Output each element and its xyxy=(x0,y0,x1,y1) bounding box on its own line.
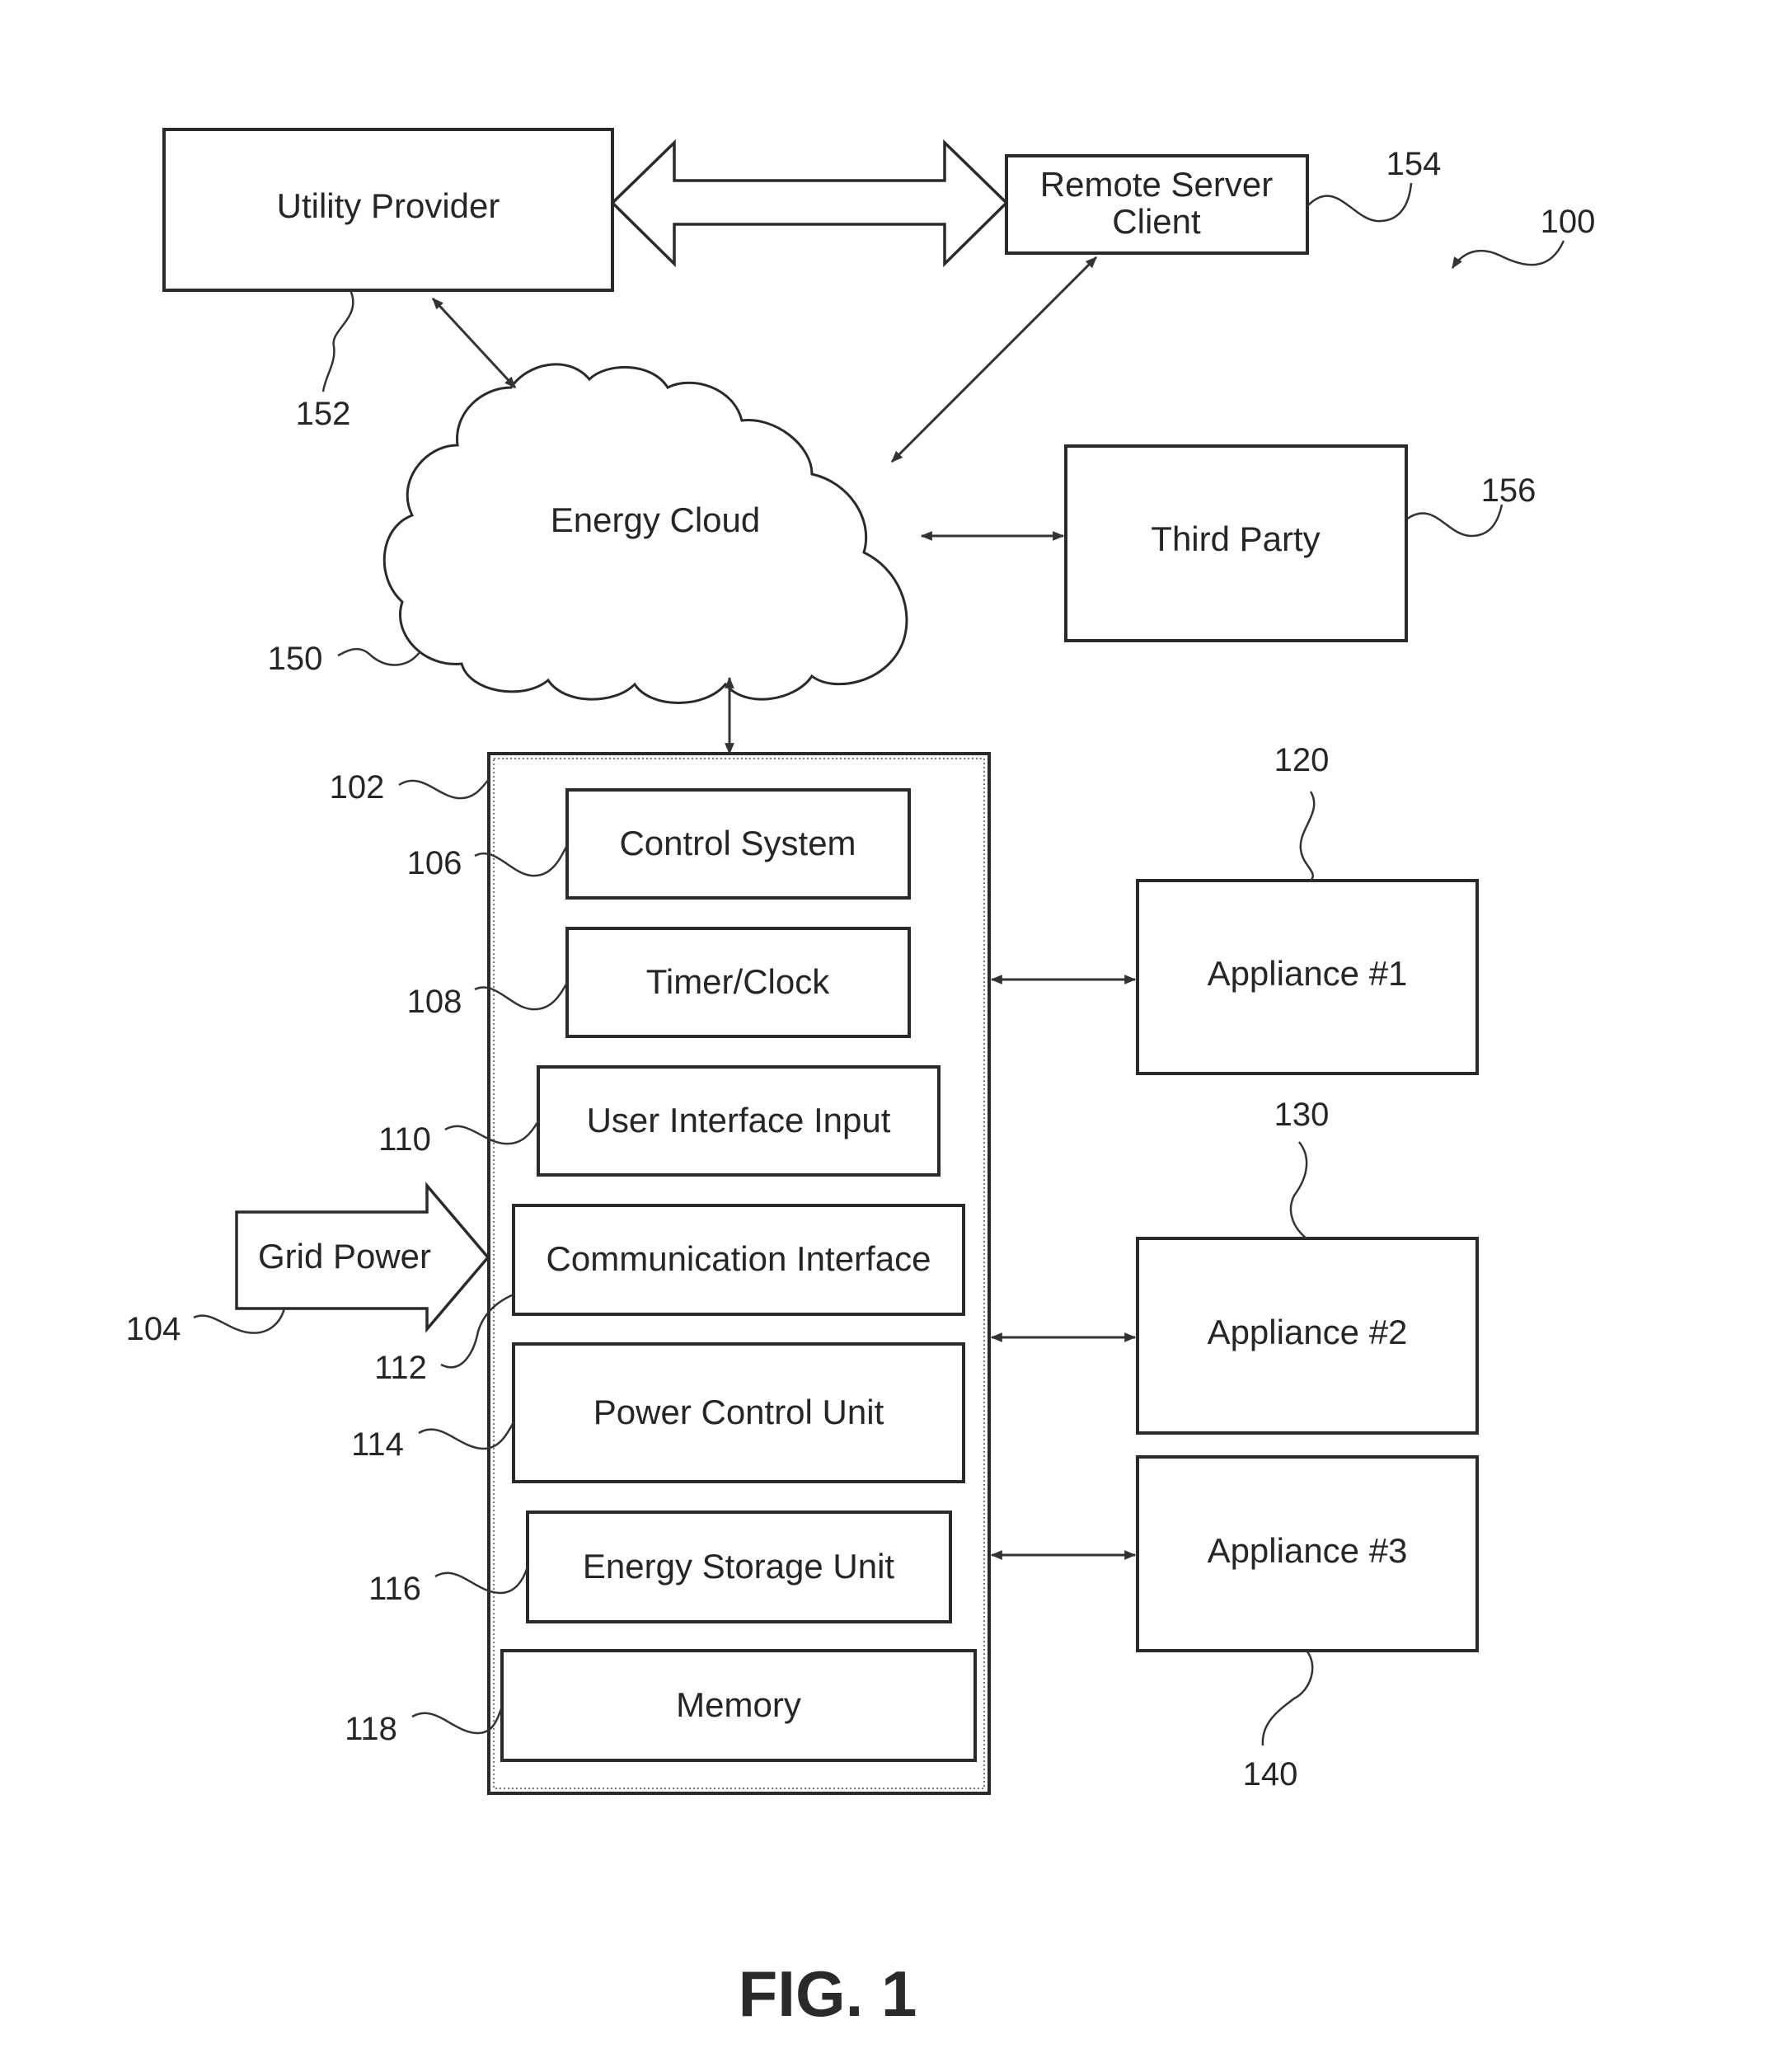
module-power-control-unit: Power Control Unit xyxy=(512,1342,965,1483)
ref-140: 140 xyxy=(1243,1756,1298,1792)
data-exchange-double-arrow xyxy=(610,139,1009,268)
energy-storage-unit-label: Energy Storage Unit xyxy=(583,1547,895,1586)
timer-clock-label: Timer/Clock xyxy=(646,962,830,1001)
memory-label: Memory xyxy=(676,1685,801,1724)
appliance-3-label: Appliance #3 xyxy=(1208,1531,1408,1570)
control-system-label: Control System xyxy=(619,824,856,862)
remote-server-label-line2: Client xyxy=(1112,202,1201,241)
appliance-3-block: Appliance #3 xyxy=(1136,1455,1479,1652)
ref-120: 120 xyxy=(1274,742,1330,778)
ref-102: 102 xyxy=(330,769,385,806)
module-control-system: Control System xyxy=(565,788,911,900)
appliance-1-block: Appliance #1 xyxy=(1136,879,1479,1075)
module-energy-storage-unit: Energy Storage Unit xyxy=(526,1511,952,1623)
ref-150: 150 xyxy=(268,641,323,677)
energy-cloud-label: Energy Cloud xyxy=(551,500,760,539)
utility-provider-label: Utility Provider xyxy=(277,186,500,225)
energy-cloud-block: Energy Cloud xyxy=(382,363,908,704)
leader-150 xyxy=(337,647,421,666)
leader-156 xyxy=(1405,504,1504,538)
system-pointer-arrow xyxy=(1451,240,1565,269)
appliance-2-label: Appliance #2 xyxy=(1208,1313,1408,1351)
ref-114: 114 xyxy=(351,1426,404,1463)
ref-130: 130 xyxy=(1274,1097,1330,1133)
user-interface-input-label: User Interface Input xyxy=(587,1101,891,1139)
ref-108: 108 xyxy=(407,984,462,1020)
leader-130 xyxy=(1289,1141,1308,1239)
power-control-unit-label: Power Control Unit xyxy=(593,1393,884,1431)
leader-102 xyxy=(398,778,490,800)
appliance-2-block: Appliance #2 xyxy=(1136,1237,1479,1435)
ref-152: 152 xyxy=(296,396,351,432)
module-user-interface-input: User Interface Input xyxy=(537,1065,941,1177)
module-timer-clock: Timer/Clock xyxy=(565,927,911,1038)
ref-154: 154 xyxy=(1386,146,1442,182)
third-party-label: Third Party xyxy=(1151,519,1320,558)
ref-156: 156 xyxy=(1481,472,1536,509)
third-party-block: Third Party xyxy=(1064,444,1408,642)
communication-interface-label: Communication Interface xyxy=(547,1239,931,1278)
remote-server-label-line1: Remote Server xyxy=(1040,165,1273,204)
ref-112: 112 xyxy=(374,1350,427,1386)
remote-server-client-block: Remote Server Client xyxy=(1005,154,1309,255)
grid-power-arrow: Grid Power xyxy=(235,1182,490,1333)
ref-104: 104 xyxy=(126,1311,181,1347)
leader-120 xyxy=(1299,791,1316,881)
leader-140 xyxy=(1261,1650,1314,1746)
module-communication-interface: Communication Interface xyxy=(512,1204,965,1316)
ref-110: 110 xyxy=(378,1121,431,1158)
module-memory: Memory xyxy=(500,1649,977,1762)
leader-152 xyxy=(321,289,354,392)
ref-118: 118 xyxy=(345,1711,397,1747)
ref-106: 106 xyxy=(407,845,462,881)
leader-154 xyxy=(1307,182,1413,223)
figure-caption: FIG. 1 xyxy=(739,1957,917,2030)
grid-power-label: Grid Power xyxy=(258,1237,431,1276)
ref-116: 116 xyxy=(368,1571,421,1607)
ref-100: 100 xyxy=(1541,204,1596,240)
utility-provider-block: Utility Provider xyxy=(162,128,614,292)
connector-remote-cloud xyxy=(890,256,1098,463)
block-diagram: Utility Provider 152 Remote Server Clien… xyxy=(126,128,1596,2030)
leader-104 xyxy=(193,1308,286,1334)
connector-utility-cloud xyxy=(431,297,517,389)
appliance-1-label: Appliance #1 xyxy=(1208,954,1408,993)
